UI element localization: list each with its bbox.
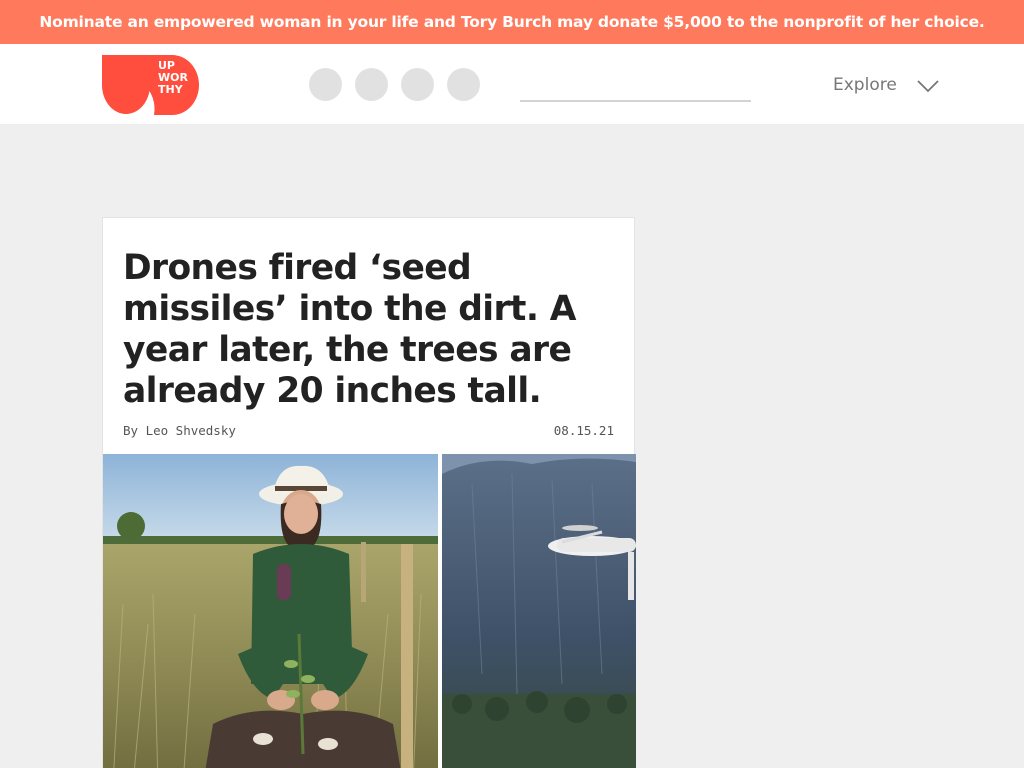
article-headline[interactable]: Drones fired ‘seed missiles’ into the di…	[123, 248, 593, 412]
explore-menu-button[interactable]: Explore	[833, 70, 939, 100]
article-date: 08.15.21	[553, 423, 614, 438]
explore-label: Explore	[833, 75, 897, 95]
article-card: Drones fired ‘seed missiles’ into the di…	[102, 217, 636, 768]
promo-banner-text: Nominate an empowered woman in your life…	[39, 13, 985, 31]
instagram-icon[interactable]	[401, 68, 434, 101]
twitter-icon[interactable]	[355, 68, 388, 101]
woman-planting-seedling-photo[interactable]	[103, 454, 438, 768]
logo-text-line-3: THY	[158, 83, 184, 96]
chevron-down-icon	[917, 78, 939, 93]
site-header: UP WOR THY Explore	[0, 44, 1024, 124]
youtube-icon[interactable]	[447, 68, 480, 101]
search-input[interactable]	[520, 66, 751, 102]
promo-banner[interactable]: Nominate an empowered woman in your life…	[0, 0, 1024, 44]
upworthy-logo[interactable]: UP WOR THY	[102, 55, 202, 115]
facebook-icon[interactable]	[309, 68, 342, 101]
drone-over-cliffs-photo[interactable]	[442, 454, 636, 768]
article-byline: By Leo Shvedsky	[123, 423, 236, 438]
